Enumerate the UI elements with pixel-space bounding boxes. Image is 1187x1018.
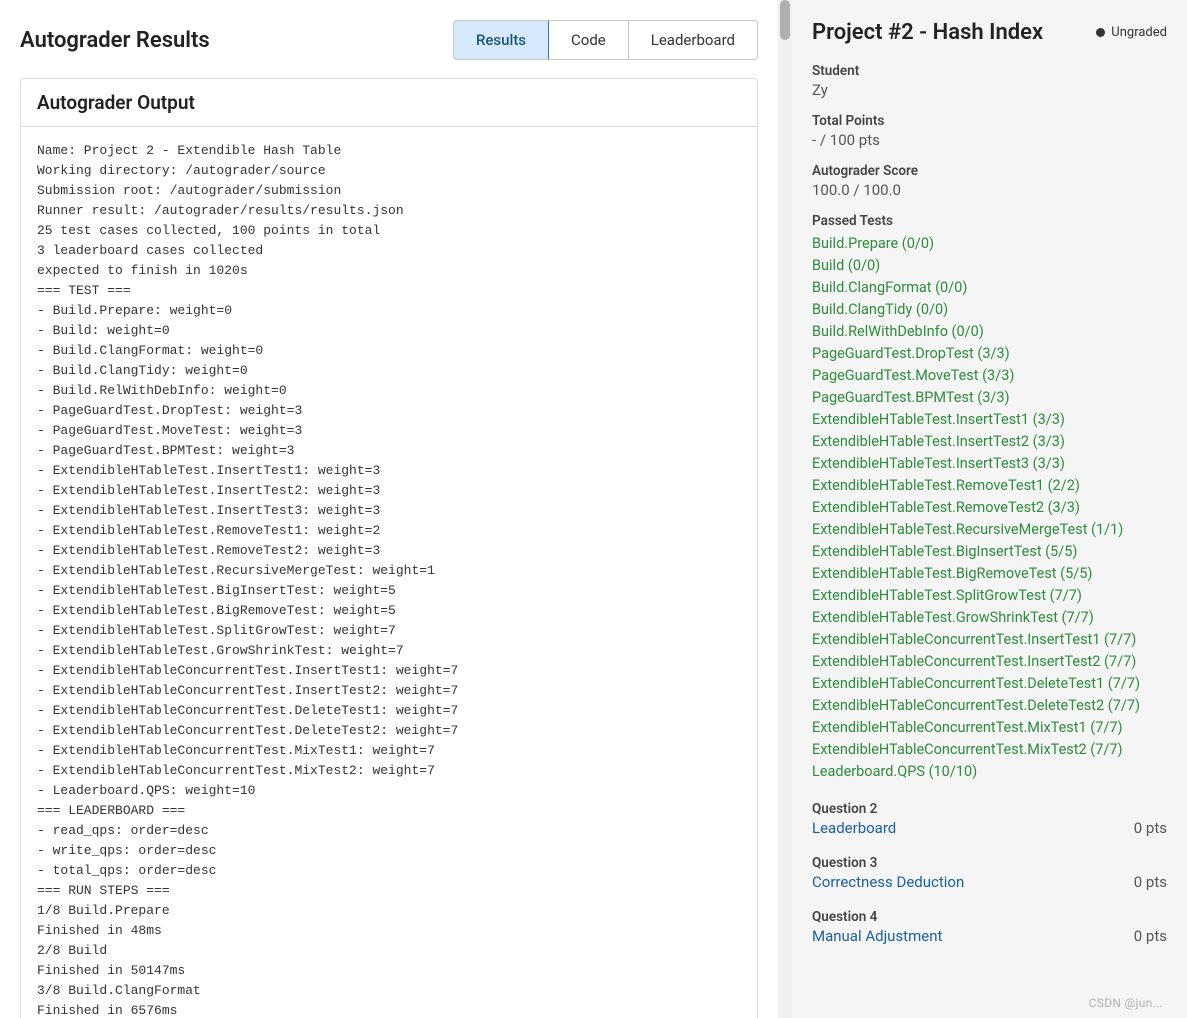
passed-test-item[interactable]: ExtendibleHTableTest.InsertTest1 (3/3) <box>812 409 1167 431</box>
passed-test-item[interactable]: ExtendibleHTableTest.BigRemoveTest (5/5) <box>812 563 1167 585</box>
passed-test-item[interactable]: ExtendibleHTableTest.InsertTest3 (3/3) <box>812 453 1167 475</box>
student-label: Student <box>812 63 1167 79</box>
total-points-label: Total Points <box>812 113 1167 129</box>
grading-status: Ungraded <box>1096 25 1167 40</box>
page-title: Autograder Results <box>20 28 210 53</box>
tab-leaderboard[interactable]: Leaderboard <box>628 21 757 59</box>
passed-test-item[interactable]: PageGuardTest.BPMTest (3/3) <box>812 387 1167 409</box>
output-body: Name: Project 2 - Extendible Hash Table … <box>21 127 757 1018</box>
autograder-score-label: Autograder Score <box>812 163 1167 179</box>
output-card: Autograder Output Name: Project 2 - Exte… <box>20 78 758 1018</box>
student-value: Zy <box>812 81 1167 99</box>
passed-test-item[interactable]: ExtendibleHTableTest.RemoveTest1 (2/2) <box>812 475 1167 497</box>
project-header: Project #2 - Hash Index Ungraded <box>812 20 1167 45</box>
side-panel: Project #2 - Hash Index Ungraded Student… <box>792 0 1187 1018</box>
question-heading: Question 2 <box>812 801 1167 817</box>
question-link[interactable]: Correctness Deduction <box>812 873 964 891</box>
question-link[interactable]: Manual Adjustment <box>812 927 942 945</box>
question-heading: Question 3 <box>812 855 1167 871</box>
passed-test-item[interactable]: Build.RelWithDebInfo (0/0) <box>812 321 1167 343</box>
header-row: Autograder Results Results Code Leaderbo… <box>20 20 758 60</box>
passed-tests-label: Passed Tests <box>812 213 1167 229</box>
passed-test-item[interactable]: ExtendibleHTableTest.RemoveTest2 (3/3) <box>812 497 1167 519</box>
passed-test-item[interactable]: Build.ClangTidy (0/0) <box>812 299 1167 321</box>
main-left-pane: Autograder Results Results Code Leaderbo… <box>0 0 778 1018</box>
passed-test-item[interactable]: ExtendibleHTableTest.RecursiveMergeTest … <box>812 519 1167 541</box>
passed-test-item[interactable]: ExtendibleHTableConcurrentTest.InsertTes… <box>812 651 1167 673</box>
vertical-scrollbar[interactable] <box>778 0 792 1018</box>
output-card-title: Autograder Output <box>21 79 757 127</box>
passed-test-item[interactable]: Build.ClangFormat (0/0) <box>812 277 1167 299</box>
question-points: 0 pts <box>1134 819 1167 837</box>
project-title: Project #2 - Hash Index <box>812 20 1043 45</box>
scrollbar-thumb[interactable] <box>780 0 790 40</box>
passed-test-item[interactable]: Build (0/0) <box>812 255 1167 277</box>
passed-test-item[interactable]: ExtendibleHTableTest.BigInsertTest (5/5) <box>812 541 1167 563</box>
question-heading: Question 4 <box>812 909 1167 925</box>
passed-test-item[interactable]: PageGuardTest.MoveTest (3/3) <box>812 365 1167 387</box>
passed-test-item[interactable]: Leaderboard.QPS (10/10) <box>812 761 1167 783</box>
grading-status-text: Ungraded <box>1111 25 1167 40</box>
question-row: Manual Adjustment 0 pts <box>812 927 1167 945</box>
passed-tests-list: Build.Prepare (0/0)Build (0/0)Build.Clan… <box>812 233 1167 783</box>
passed-test-item[interactable]: ExtendibleHTableTest.GrowShrinkTest (7/7… <box>812 607 1167 629</box>
question-points: 0 pts <box>1134 873 1167 891</box>
passed-test-item[interactable]: Build.Prepare (0/0) <box>812 233 1167 255</box>
passed-test-item[interactable]: ExtendibleHTableTest.SplitGrowTest (7/7) <box>812 585 1167 607</box>
status-dot-icon <box>1096 28 1105 37</box>
passed-test-item[interactable]: ExtendibleHTableConcurrentTest.MixTest1 … <box>812 717 1167 739</box>
question-link[interactable]: Leaderboard <box>812 819 896 837</box>
passed-test-item[interactable]: ExtendibleHTableConcurrentTest.MixTest2 … <box>812 739 1167 761</box>
autograder-score-value: 100.0 / 100.0 <box>812 181 1167 199</box>
passed-test-item[interactable]: ExtendibleHTableConcurrentTest.DeleteTes… <box>812 673 1167 695</box>
passed-test-item[interactable]: PageGuardTest.DropTest (3/3) <box>812 343 1167 365</box>
passed-test-item[interactable]: ExtendibleHTableTest.InsertTest2 (3/3) <box>812 431 1167 453</box>
question-points: 0 pts <box>1134 927 1167 945</box>
question-row: Correctness Deduction 0 pts <box>812 873 1167 891</box>
passed-test-item[interactable]: ExtendibleHTableConcurrentTest.InsertTes… <box>812 629 1167 651</box>
tab-code[interactable]: Code <box>548 21 628 59</box>
tab-bar: Results Code Leaderboard <box>453 20 758 60</box>
total-points-value: - / 100 pts <box>812 131 1167 149</box>
passed-test-item[interactable]: ExtendibleHTableConcurrentTest.DeleteTes… <box>812 695 1167 717</box>
question-row: Leaderboard 0 pts <box>812 819 1167 837</box>
tab-results[interactable]: Results <box>453 20 549 60</box>
